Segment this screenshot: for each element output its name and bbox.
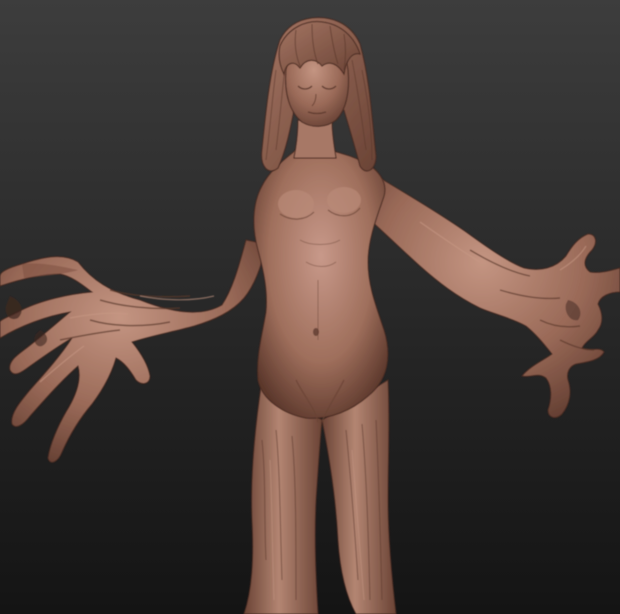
sculpt-render [0,0,620,614]
sculpt-viewport[interactable] [0,0,620,614]
torso [253,147,389,423]
